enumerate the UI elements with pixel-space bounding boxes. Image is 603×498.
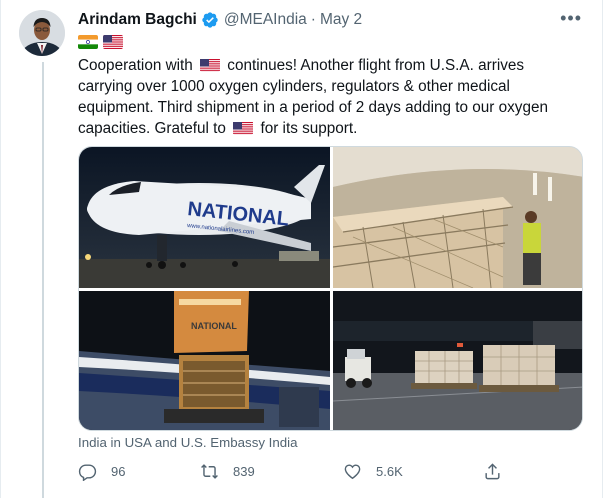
verified-badge-icon [201, 11, 219, 29]
photo-credit[interactable]: India in USA and U.S. Embassy India [78, 435, 298, 450]
retweet-button[interactable]: 839 [200, 462, 255, 481]
usa-flag-icon [233, 121, 254, 135]
like-count: 5.6K [376, 464, 403, 479]
tweet-text-part1: Cooperation with [78, 57, 198, 74]
share-button[interactable] [483, 462, 502, 481]
tweet-actions: 96 839 5.6K [78, 462, 500, 484]
avatar[interactable] [19, 10, 65, 56]
india-flag-icon [78, 35, 98, 49]
door-lettering: NATIONAL [191, 321, 237, 331]
cargo-door-photo[interactable]: NATIONAL [79, 291, 330, 430]
reply-button[interactable]: 96 [78, 462, 125, 481]
more-options-icon[interactable]: ••• [560, 9, 582, 27]
tweet-header: Arindam Bagchi @MEAIndia · May 2 ••• [78, 9, 582, 31]
author-name[interactable]: Arindam Bagchi [78, 11, 197, 29]
share-icon [483, 462, 502, 481]
thread-line [42, 62, 44, 498]
tweet-text: Cooperation with continues! Another flig… [78, 55, 568, 139]
author-handle[interactable]: @MEAIndia [224, 11, 307, 29]
usa-flag-icon [103, 35, 123, 49]
cargo-hold-photo[interactable] [333, 147, 582, 288]
media-grid: NATIONAL www.nationalairlines.com NATION… [78, 146, 583, 431]
flag-emojis [78, 35, 123, 49]
usa-flag-icon [200, 58, 221, 72]
tarmac-pallets-photo[interactable] [333, 291, 582, 430]
tweet-container: Arindam Bagchi @MEAIndia · May 2 ••• Coo… [0, 0, 603, 498]
like-button[interactable]: 5.6K [343, 462, 403, 481]
reply-count: 96 [111, 464, 126, 479]
retweet-icon [200, 462, 219, 481]
tweet-date[interactable]: May 2 [320, 11, 362, 29]
retweet-count: 839 [233, 464, 255, 479]
heart-icon [343, 462, 362, 481]
reply-icon [78, 462, 97, 481]
separator-dot: · [310, 11, 316, 28]
airplane-photo[interactable]: NATIONAL www.nationalairlines.com [79, 147, 330, 288]
tweet-text-part3: for its support. [256, 120, 358, 137]
